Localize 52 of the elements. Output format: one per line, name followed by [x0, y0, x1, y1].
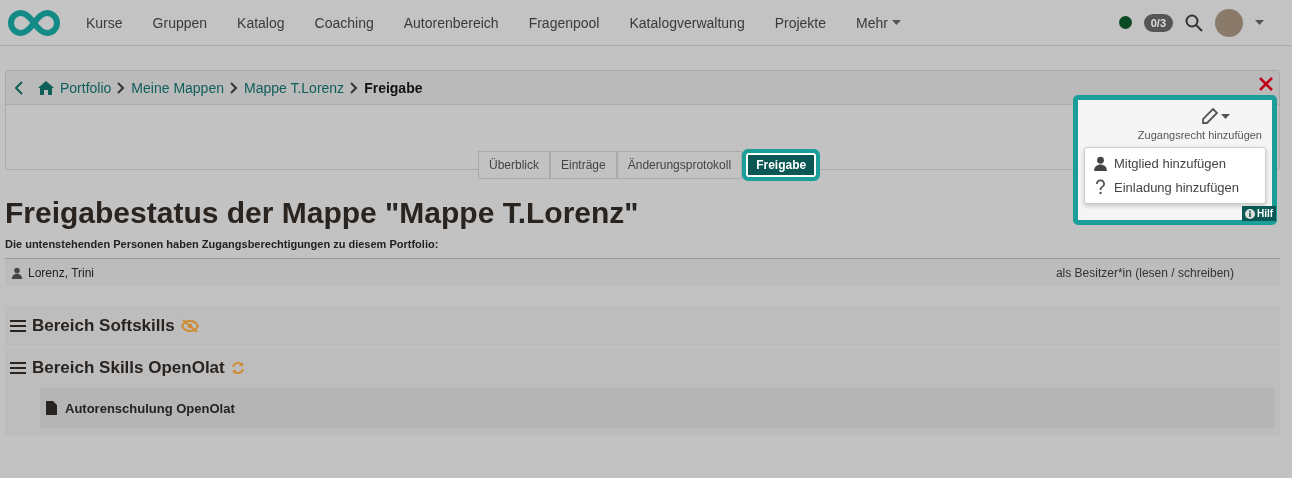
nav-link[interactable]: Autorenbereich — [403, 14, 499, 31]
nav-link[interactable]: Projekte — [774, 14, 827, 31]
nav-link[interactable]: Fragenpool — [528, 14, 600, 31]
menu-item[interactable]: Mitglied hinzufügen — [1085, 152, 1265, 175]
tab[interactable]: Einträge — [550, 151, 617, 179]
back-icon[interactable] — [14, 80, 24, 95]
close-icon[interactable] — [1259, 77, 1273, 91]
person-icon — [11, 266, 23, 279]
section-title: Bereich Softskills — [32, 316, 175, 336]
page-title: Freigabestatus der Mappe "Mappe T.Lorenz" — [5, 196, 639, 230]
chevron-right-icon — [117, 81, 126, 94]
status-dot — [1118, 16, 1132, 29]
breadcrumb-link[interactable]: Meine Mappen — [131, 79, 224, 96]
pencil-icon — [1201, 108, 1218, 125]
chevron-right-icon — [230, 81, 238, 94]
entry-row[interactable]: Autorenschulung OpenOlat — [40, 388, 1275, 428]
question-icon — [1093, 179, 1108, 195]
breadcrumb-link[interactable]: Freigabe — [364, 79, 423, 96]
tab[interactable]: Überblick — [478, 151, 550, 179]
breadcrumb-link[interactable]: Portfolio — [60, 79, 112, 96]
caret-icon — [1255, 20, 1264, 25]
entry-title: Autorenschulung OpenOlat — [65, 400, 235, 416]
section-title: Bereich Skills OpenOlat — [32, 358, 225, 378]
nav-link[interactable]: Katalogverwaltung — [629, 14, 745, 31]
menu-icon — [10, 319, 26, 333]
chevron-right-icon — [350, 81, 359, 94]
nav-link[interactable]: Gruppen — [152, 14, 208, 31]
nav-link[interactable]: Coaching — [314, 14, 374, 31]
tab[interactable]: Änderungsprotokoll — [616, 151, 743, 179]
tab[interactable]: Freigabe — [742, 149, 821, 181]
member-name: Lorenz, Trini — [28, 265, 95, 280]
help-button[interactable]: Hilf — [1242, 206, 1277, 221]
nav-link[interactable]: Kurse — [86, 14, 123, 31]
breadcrumb-link[interactable]: Mappe T.Lorenz — [244, 79, 345, 96]
home-icon[interactable] — [38, 80, 54, 95]
nav-link[interactable]: Katalog — [237, 14, 285, 31]
menu-icon — [10, 361, 26, 375]
nav-link[interactable]: Mehr — [856, 14, 901, 31]
add-access-button[interactable]: Zugangsrecht hinzufügen — [1084, 108, 1266, 141]
search-icon[interactable] — [1185, 13, 1203, 32]
eye-slash-icon — [180, 319, 199, 333]
counter-badge[interactable]: 0/3 — [1143, 13, 1173, 32]
file-icon — [46, 401, 57, 415]
menu-item[interactable]: Einladung hinzufügen — [1085, 175, 1265, 199]
sync-icon — [230, 361, 245, 375]
member-role: als Besitzer*in (lesen / schreiben) — [1055, 265, 1234, 280]
avatar[interactable] — [1215, 8, 1243, 37]
person-icon — [1093, 156, 1108, 171]
caret-icon — [1221, 114, 1230, 119]
logo-icon[interactable] — [8, 8, 60, 37]
page-description: Die untenstehenden Personen haben Zugangsberechtigungen zu diesem Portfolio: — [5, 238, 440, 250]
info-icon — [1245, 208, 1255, 219]
